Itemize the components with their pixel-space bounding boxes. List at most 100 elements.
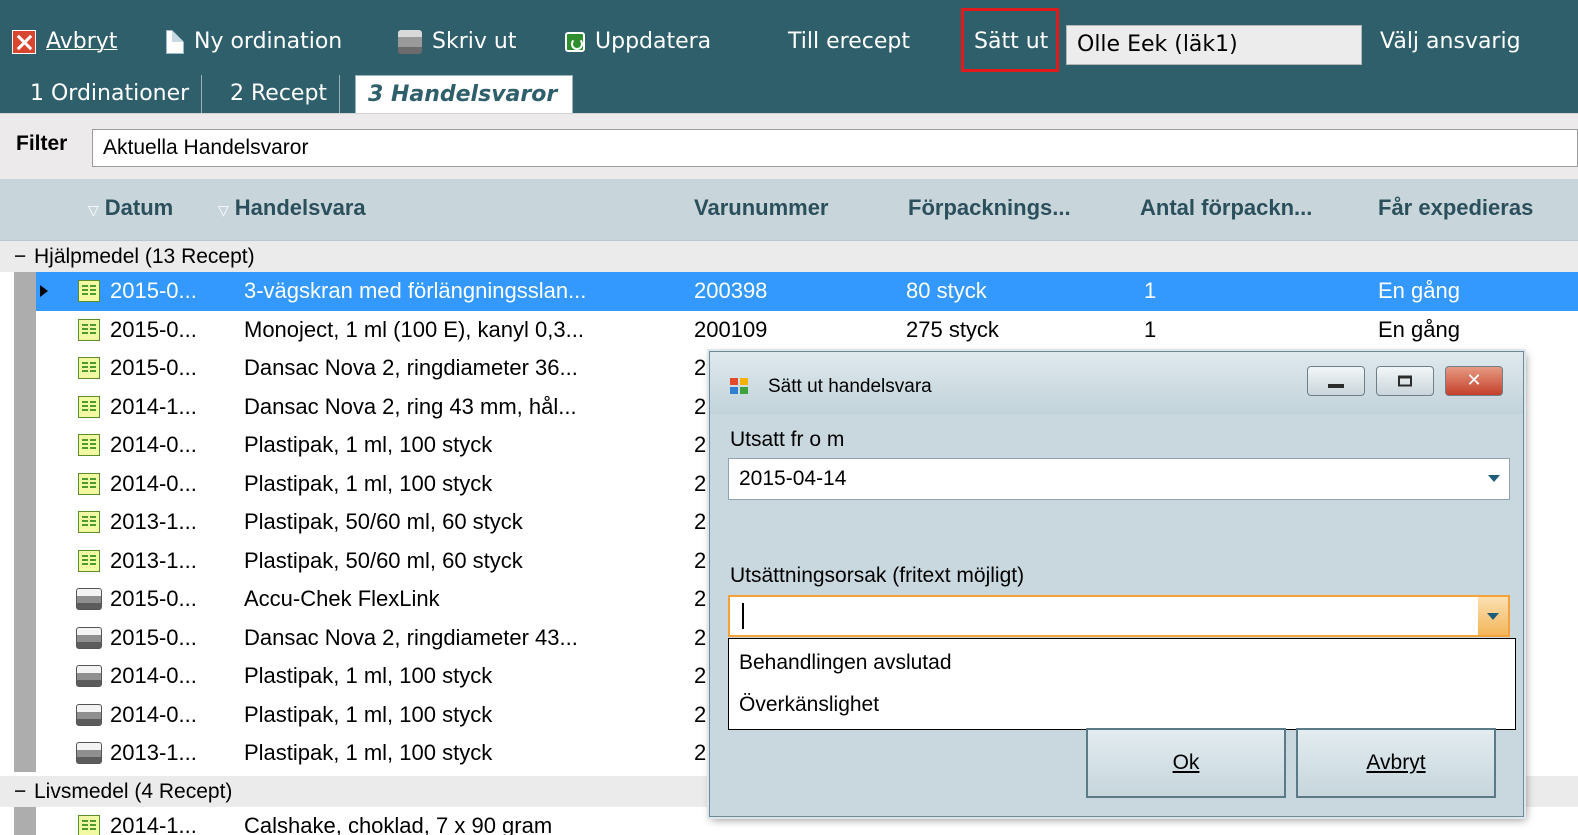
group-row-hjalpmedel[interactable]: − Hjälpmedel (13 Recept) [0, 241, 1578, 272]
row-count: 1 [1144, 278, 1157, 303]
group-indent-gutter [14, 272, 36, 772]
ok-label: Ok [1172, 751, 1200, 774]
row-product: Plastipak, 50/60 ml, 60 styck [244, 509, 523, 534]
cancel-button[interactable]: Avbryt [12, 22, 117, 62]
column-date-label: Datum [104, 195, 174, 220]
chevron-down-icon[interactable] [1479, 459, 1509, 499]
prescription-icon [78, 318, 100, 341]
tab-ordinationer[interactable]: 1 Ordinationer [18, 75, 203, 113]
sort-icon: ▽ [88, 202, 99, 218]
to-erecept-button[interactable]: Till erecept [788, 22, 910, 62]
filter-input[interactable]: Aktuella Handelsvaror [92, 129, 1578, 167]
prescription-icon [78, 280, 100, 302]
print-button[interactable]: Skriv ut [398, 22, 516, 62]
ok-button[interactable]: Ok [1086, 728, 1286, 798]
row-product: Plastipak, 1 ml, 100 styck [244, 432, 493, 457]
row-date: 2013-1... [110, 547, 197, 573]
row-date: 2014-1... [110, 393, 197, 419]
close-icon: ✕ [1466, 370, 1482, 391]
from-date-value: 2015-04-14 [739, 467, 847, 490]
column-header-dispense[interactable]: Får expedieras [1378, 195, 1533, 221]
text-caret [742, 603, 744, 629]
row-product: Dansac Nova 2, ringdiameter 43... [244, 624, 578, 650]
collapse-icon[interactable]: − [14, 241, 28, 272]
main-toolbar: Avbryt Ny ordination Skriv ut Uppdatera … [0, 0, 1578, 75]
row-date: 2015-0... [110, 278, 197, 303]
row-dispense: En gång [1378, 278, 1460, 303]
column-product-label: Handelsvara [234, 195, 366, 220]
column-header-product[interactable]: ▽ Handelsvara [218, 195, 366, 221]
prescription-icon [78, 357, 100, 379]
row-date: 2014-1... [110, 813, 197, 835]
row-product: Plastipak, 1 ml, 100 styck [244, 701, 493, 727]
maximize-button[interactable] [1376, 366, 1434, 396]
new-order-button[interactable]: Ny ordination [166, 22, 342, 62]
filter-label: Filter [16, 132, 68, 155]
prescriber-field[interactable]: Olle Eek (läk1) [1066, 25, 1362, 65]
table-row[interactable]: 2015-0... Monoject, 1 ml (100 E), kanyl 0… [36, 311, 1578, 350]
maximize-icon [1398, 375, 1412, 387]
row-item-number: 200398 [694, 278, 768, 303]
new-order-label: Ny ordination [194, 29, 343, 54]
prescription-icon [78, 511, 100, 533]
row-product: Plastipak, 1 ml, 100 styck [244, 663, 493, 688]
reason-dropdown-list: Behandlingen avslutad Överkänslighet [728, 638, 1516, 730]
row-product: Dansac Nova 2, ringdiameter 36... [244, 355, 578, 380]
chevron-down-icon[interactable] [1478, 597, 1508, 635]
row-date: 2014-0... [110, 432, 197, 457]
row-product: Dansac Nova 2, ring 43 mm, hål... [244, 393, 577, 419]
row-date: 2014-0... [110, 663, 197, 688]
row-count: 1 [1144, 316, 1157, 342]
dialog-cancel-label: Avbryt [1366, 751, 1426, 774]
close-icon [12, 30, 36, 54]
group-indent-gutter [14, 807, 36, 835]
cancel-label: Avbryt [46, 29, 118, 54]
close-window-button[interactable]: ✕ [1445, 366, 1503, 396]
minimize-icon [1328, 384, 1344, 388]
tab-handelsvaror[interactable]: 3 Handelsvaror [355, 75, 573, 113]
row-product: Calshake, choklad, 7 x 90 gram [244, 813, 553, 835]
dialog-cancel-button[interactable]: Avbryt [1296, 728, 1496, 798]
row-item-number: 200109 [694, 316, 768, 342]
sort-icon: ▽ [218, 202, 229, 218]
highlight-annotation [961, 8, 1059, 72]
row-date: 2015-0... [110, 355, 197, 380]
printer-icon [76, 742, 102, 764]
refresh-icon [565, 32, 585, 52]
column-header-date[interactable]: ▽ Datum [88, 195, 173, 221]
reason-combo[interactable] [728, 595, 1510, 637]
row-date: 2015-0... [110, 624, 197, 650]
table-row[interactable]: 2015-0... 3-vägskran med förlängningsslan… [36, 272, 1578, 311]
prescription-icon [78, 395, 100, 418]
row-product: Monoject, 1 ml (100 E), kanyl 0,3... [244, 316, 584, 342]
row-date: 2014-0... [110, 701, 197, 727]
dialog-title: Sätt ut handelsvara [768, 376, 932, 397]
prescription-icon [78, 815, 100, 835]
tab-recept[interactable]: 2 Recept [218, 75, 341, 113]
row-date: 2014-0... [110, 470, 197, 496]
row-product: Accu-Chek FlexLink [244, 586, 440, 611]
grid-header: ▽ Datum ▽ Handelsvara Varunummer Förpackni… [0, 179, 1578, 241]
choose-responsible-label: Välj ansvarig [1380, 29, 1521, 54]
dropdown-option-treatment-ended[interactable]: Behandlingen avslutad [739, 651, 952, 675]
filter-bar: Filter Aktuella Handelsvaror [0, 113, 1578, 179]
group-label: Hjälpmedel (13 Recept) [34, 245, 255, 268]
choose-responsible-button[interactable]: Välj ansvarig [1380, 22, 1521, 62]
dialog-titlebar[interactable]: Sätt ut handelsvara ✕ [710, 352, 1523, 414]
from-date-combo[interactable]: 2015-04-14 [728, 458, 1510, 500]
printer-icon [76, 665, 102, 687]
row-product: 3-vägskran med förlängningsslan... [244, 278, 587, 303]
print-label: Skriv ut [432, 29, 517, 54]
row-date: 2013-1... [110, 509, 197, 534]
row-package: 275 styck [906, 316, 999, 342]
column-header-item-number[interactable]: Varunummer [694, 195, 829, 221]
dropdown-option-hypersensitivity[interactable]: Överkänslighet [739, 693, 879, 717]
column-header-package-count[interactable]: Antal förpackn... [1140, 195, 1312, 221]
prescription-icon [78, 549, 100, 572]
minimize-button[interactable] [1307, 366, 1365, 396]
update-button[interactable]: Uppdatera [565, 22, 711, 62]
erecept-label: Till erecept [788, 29, 910, 54]
row-dispense: En gång [1378, 316, 1460, 342]
collapse-icon[interactable]: − [14, 776, 28, 807]
column-header-package[interactable]: Förpacknings... [908, 195, 1071, 221]
